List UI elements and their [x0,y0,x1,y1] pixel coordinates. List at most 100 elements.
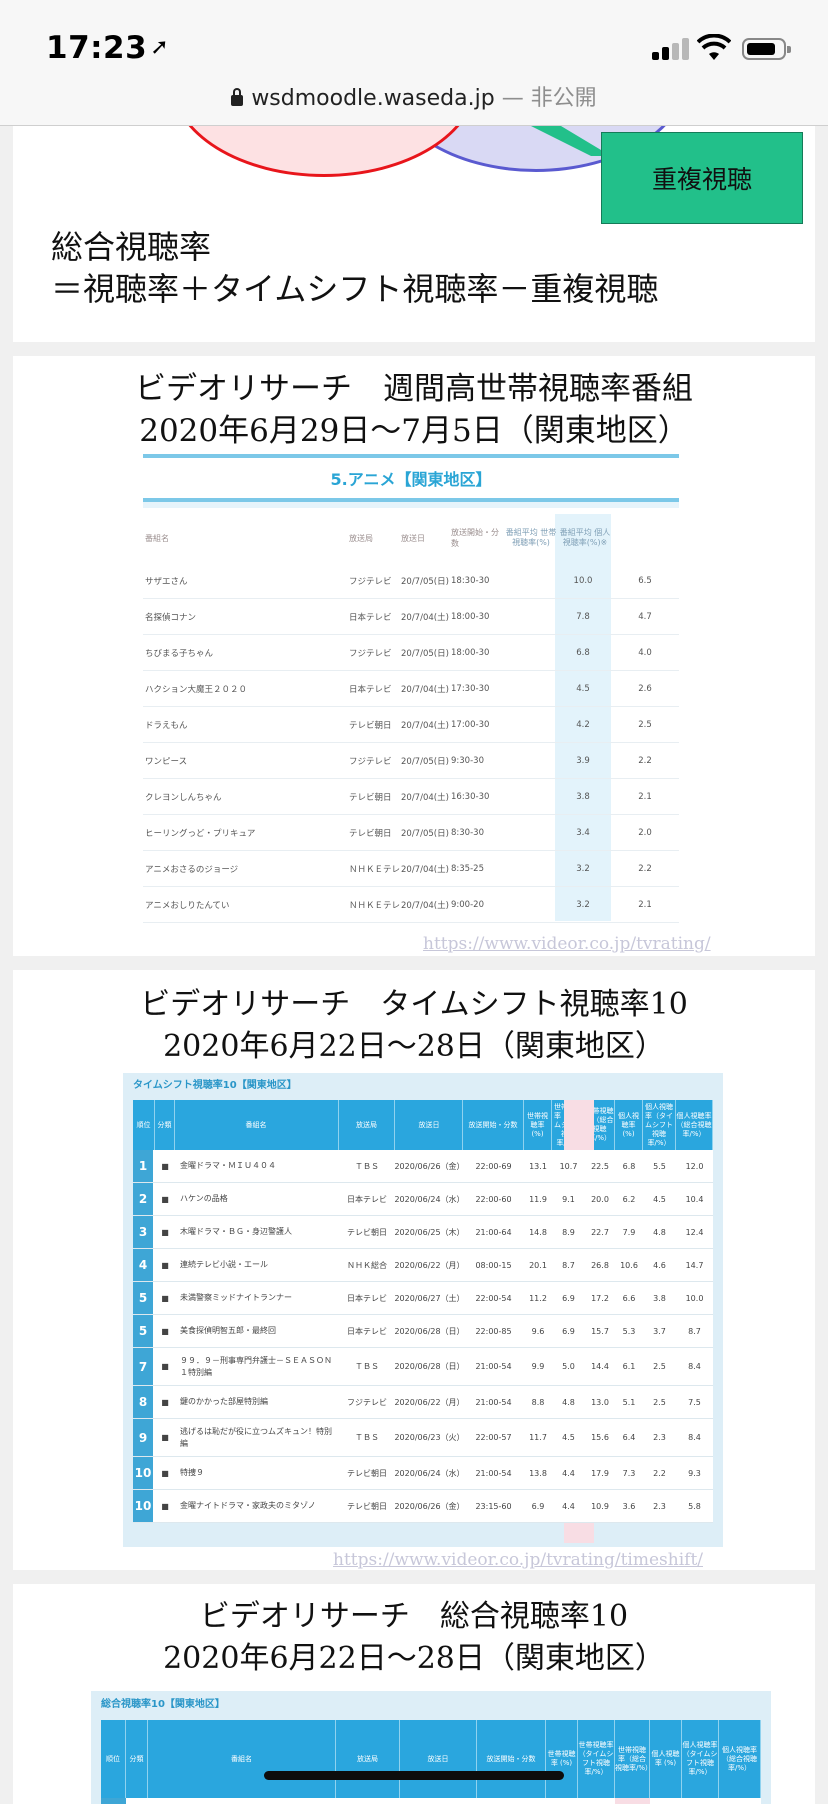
table-cell: アニメおしりたんてい [145,900,230,911]
table-cell: 日本テレビ [347,1326,387,1336]
category-icon: ■ [161,1227,169,1237]
table-cell: 12.4 [685,1227,704,1237]
table-cell: 8.4 [688,1362,701,1371]
table-cell: 逃げるは恥だが役に立つムズキュン！特別編 [180,1426,332,1448]
table-cell: ＴＢＳ [355,1433,379,1442]
table-cell: 2.5 [653,1362,666,1371]
table-cell: 20/7/04(土) [401,792,449,803]
rank-badge: 10 [133,1457,153,1489]
anime-ratings-table: 5.アニメ【関東地区】 番組名 放送局 放送日 放送開始・分数 番組平均 世帯視聴率(%… [143,454,679,923]
table-cell: 2.2 [617,854,673,883]
table-header: 順位分類番組名放送局放送日放送開始・分数世帯視聴率 (%)世帯視聴率（タイムシフ… [133,1100,713,1150]
table-cell: 2.5 [617,710,673,739]
category-icon: ■ [161,1468,169,1478]
table-cell: 4.4 [562,1468,575,1478]
table-cell: 22.5 [591,1161,609,1171]
slide-title-line1: ビデオリサーチ タイムシフト視聴率10 [140,987,688,1022]
column-header: 番組名 [174,1100,339,1150]
slide-timeshift-ratings: ビデオリサーチ タイムシフト視聴率10 2020年6月22日～28日（関東地区）… [13,970,815,1570]
column-header: 分類 [126,1720,148,1798]
table-row: 3 ■ 木曜ドラマ・ＢＧ・身辺警護人 テレビ朝日 2020/06/25（木） 21:00-… [133,1216,713,1249]
table-cell: 8.9 [562,1227,575,1237]
column-header: 世帯視聴率（総合視聴率/%） [615,1720,652,1798]
table-row: 10 ■ 金曜ナイトドラマ・家政夫のミタゾノ テレビ朝日 2020/06/26（金） 23… [133,1490,713,1523]
table-cell: ＴＢＳ [355,1161,379,1171]
table-cell: フジテレビ [349,648,392,659]
table-row: 9 ■ 逃げるは恥だが役に立つムズキュン！特別編 ＴＢＳ 2020/06/23（火） 22… [133,1419,713,1457]
table-cell: 9.1 [562,1194,575,1204]
table-cell: 4.5 [653,1194,666,1204]
category-icon: ■ [161,1397,169,1407]
table-cell: 2.5 [653,1397,666,1407]
table-cell: 6.9 [562,1326,575,1336]
column-header: 番組平均 個人視聴率(%)※ [559,528,611,547]
table-row: アニメおしりたんてい ＮＨＫＥテレ 20/7/04(土) 9:00-20 3.2 2.1 [143,886,679,923]
formula-line-1: 総合視聴率 [51,228,212,266]
duplicate-viewing-label: 重複視聴 [601,132,803,224]
rank-badge: 9 [133,1419,153,1456]
table-cell: 22:00-69 [475,1161,512,1171]
table-cell: 2020/06/25（木） [400,1798,477,1804]
table-cell: 5.5 [653,1161,666,1171]
formula-line-2: ＝視聴率＋タイムシフト視聴率－重複視聴 [51,270,659,308]
table-cell: 2020/06/23（火） [394,1433,465,1442]
table-row: 8 ■ 鍵のかかった部屋特別編 フジテレビ 2020/06/22（月） 21:00-54 8… [133,1386,713,1419]
column-header: 世帯視聴率 (%) [524,1100,552,1150]
table-cell: 2.0 [617,818,673,847]
table-cell: テレビ朝日 [347,1227,387,1237]
column-header: 放送開始・分数 [451,528,499,548]
table-cell: 2020/06/26（金） [394,1501,465,1511]
table-cell: テレビ朝日 [347,1468,387,1478]
table-cell: 20/7/05(日) [401,576,449,587]
table-cell: 22:00-57 [475,1433,512,1442]
table-header: 順位分類番組名放送局放送日放送開始・分数世帯視聴率 (%)世帯視聴率（タイムシフ… [101,1720,761,1798]
url-domain: wsdmoodle.waseda.jp [251,86,495,111]
column-header: 番組名 [145,533,169,543]
table-cell: 3.2 [576,863,590,874]
table-cell: フジテレビ [347,1397,387,1407]
slide-anime-ratings: ビデオリサーチ 週間高世帯視聴率番組 2020年6月29日～7月5日（関東地区）… [13,356,815,956]
table-cell: 4.5 [576,683,590,694]
table-cell: 6.9 [531,1501,545,1511]
lock-icon [231,88,244,106]
column-header: 放送日 [400,1720,477,1798]
table-cell: 連続テレビ小説・エール [154,1798,342,1804]
table-cell: 5.3 [622,1326,636,1336]
table-cell: 6.9 [562,1293,575,1303]
table-title: 5.アニメ【関東地区】 [143,454,679,502]
column-header: 放送日 [396,1100,463,1150]
table-cell: 2.2 [653,1468,666,1478]
table-cell: 4.8 [562,1397,575,1407]
table-cell: 2.6 [617,674,673,703]
column-header: 放送開始・分数 [477,1720,546,1798]
table-cell: 2.1 [617,782,673,811]
source-link[interactable]: https://www.videor.co.jp/tvrating/timesh… [333,1550,703,1570]
table-cell: 6.1 [622,1362,636,1371]
home-indicator[interactable] [264,1771,564,1780]
table-cell: 26.8 [591,1260,609,1270]
table-row: 7 ■ ９９．９－刑事専門弁護士－ＳＥＡＳＯＮ１特別編 ＴＢＳ 2020/06/28（日… [133,1348,713,1386]
rating-formula: 総合視聴率 ＝視聴率＋タイムシフト視聴率－重複視聴 [51,226,658,310]
table-cell: 3.7 [653,1326,666,1336]
source-link[interactable]: https://www.videor.co.jp/tvrating/ [423,934,711,954]
table-cell: 金曜ドラマ・ＭＩＵ４０４ [180,1161,276,1170]
table-cell: 日本テレビ [349,684,392,695]
table-cell: 4.2 [576,719,590,730]
table-cell: 6.2 [622,1194,636,1204]
table-cell: 8.7 [562,1260,575,1270]
table-cell: ハケンの品格 [180,1194,228,1203]
table-row: 2 ■ ハケンの品格 日本テレビ 2020/06/24（水） 22:00-60 11.9 9.… [133,1183,713,1216]
table-cell: テレビ朝日 [347,1501,387,1511]
table-cell: 10.0 [573,575,593,586]
table-cell: 木曜ドラマ・ＢＧ・身辺警護人 [180,1227,292,1236]
table-cell: テレビ朝日 [349,720,392,731]
table-cell: 5.0 [562,1362,575,1371]
table-cell: 2020/06/24（水） [394,1194,465,1204]
table-row: クレヨンしんちゃん テレビ朝日 20/7/04(土) 16:30-30 3.8 2.1 [143,778,679,815]
table-cell: 8:30-30 [451,827,484,838]
table-cell: 18:00-30 [451,611,490,622]
table-row: ちびまる子ちゃん フジテレビ 20/7/05(日) 18:00-30 6.8 4.0 [143,634,679,671]
table-cell: 20/7/05(日) [401,828,449,839]
table-cell: 7.9 [622,1227,636,1237]
address-bar[interactable]: wsdmoodle.waseda.jp — 非公開 [0,80,828,112]
